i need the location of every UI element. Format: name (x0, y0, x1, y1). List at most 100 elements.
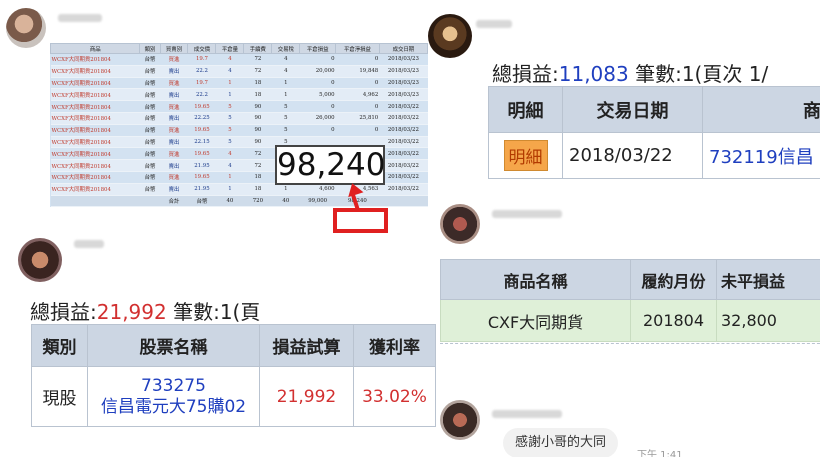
table-cell: 4 (215, 53, 244, 66)
table-cell: WCXF大同期貨201804 (50, 77, 140, 90)
blurred-username (492, 210, 562, 218)
stock-profit-table: 類別 股票名稱 損益試算 獲利率 現股 733275 信昌電元大75購02 21… (31, 324, 436, 427)
table-cell: WCXF大同期貨201804 (50, 183, 140, 196)
avatar[interactable] (428, 14, 472, 58)
profit-rate: 33.02% (353, 366, 436, 427)
column-header: 成交日期 (378, 43, 429, 54)
pnl-estimate: 21,992 (259, 366, 354, 427)
table-cell: 2018/03/22 (379, 100, 428, 113)
table-cell: 2018/03/22 (379, 171, 428, 184)
table-cell: 0 (335, 124, 380, 137)
table-cell: 5 (271, 100, 300, 113)
table-cell: 買進 (160, 53, 188, 66)
table-cell: WCXF大同期貨201804 (50, 124, 140, 137)
table-row: CXF大同期貨 201804 32,800 (440, 299, 820, 342)
table-cell: 2018/03/23 (379, 88, 428, 102)
blurred-username (492, 410, 562, 418)
table-cell: WCXF大同期貨201804 (50, 88, 140, 102)
table-cell: 2018/03/22 (379, 124, 428, 137)
column-header: 商品 (49, 43, 141, 54)
table-cell: 72 (243, 65, 272, 78)
detail-button[interactable]: 明細 (503, 140, 548, 171)
table-cell: 台幣 (187, 195, 216, 208)
table-cell: 台幣 (139, 159, 161, 172)
table-cell: 1 (271, 88, 300, 102)
table-cell: 4 (215, 147, 244, 161)
summary-line: 總損益:21,992 筆數:1(頁 (30, 296, 260, 325)
avatar[interactable] (440, 400, 480, 440)
chat-message-bubble[interactable]: 感謝小哥的大同 (503, 428, 619, 457)
table-cell: 26,000 (299, 112, 336, 125)
table-cell: 買進 (160, 77, 188, 90)
table-cell: 5 (271, 124, 300, 137)
column-header: 明細 (488, 86, 563, 133)
table-cell: 5 (271, 112, 300, 125)
summary-label: 總損益: (30, 300, 97, 324)
table-cell: 22.25 (187, 112, 216, 125)
table-cell: WCXF大同期貨201804 (50, 100, 140, 113)
table-cell: 18 (243, 88, 272, 102)
table-cell: 台幣 (139, 183, 161, 196)
table-row: WCXF大同期貨201804 台幣 買進 19.65 5 90 5 0 0 2018/03/22 (50, 100, 428, 113)
table-cell: 台幣 (139, 112, 161, 125)
table-cell: 90 (243, 124, 272, 137)
table-cell: 21.95 (187, 159, 216, 172)
table-cell: 2018/03/23 (379, 65, 428, 78)
table-cell: 19.7 (187, 77, 216, 90)
table-cell: WCXF大同期貨201804 (50, 136, 140, 149)
table-cell: 0 (335, 77, 380, 90)
table-cell: 40 (215, 195, 244, 208)
table-cell: 買進 (160, 147, 188, 161)
table-cell: 19.65 (187, 171, 216, 184)
stock-code[interactable]: 733275 (92, 376, 255, 397)
table-cell: 合計 (160, 195, 188, 208)
table-cell: 1 (271, 77, 300, 90)
table-cell: 0 (299, 100, 336, 113)
table-header-row: 商品 類別 買賣別 成交價 平倉量 手續費 交易稅 平倉損益 平倉淨損益 成交日期 (49, 43, 429, 54)
table-cell: 5 (215, 124, 244, 137)
column-header: 平倉損益 (299, 43, 337, 54)
table-header-row: 明細 交易日期 商 (488, 86, 820, 133)
table-cell: 2018/03/22 (379, 136, 428, 149)
table-cell: 賣出 (160, 88, 188, 102)
avatar[interactable] (6, 8, 46, 48)
table-cell: 賣出 (160, 65, 188, 78)
table-cell: 72 (243, 147, 272, 161)
table-header-row: 類別 股票名稱 損益試算 獲利率 (31, 324, 436, 367)
table-cell (139, 195, 161, 208)
column-header: 手續費 (243, 43, 273, 54)
table-cell: 18 (243, 77, 272, 90)
column-header: 交易日期 (562, 86, 703, 133)
product-name: 732119信昌 (702, 132, 820, 179)
table-cell: 1 (215, 88, 244, 102)
open-position-table: 商品名稱 履約月份 未平損益 CXF大同期貨 201804 32,800 (440, 259, 820, 342)
trade-date: 2018/03/22 (562, 132, 703, 179)
table-cell (50, 195, 140, 208)
column-header: 獲利率 (353, 324, 436, 367)
table-cell: 台幣 (139, 53, 161, 66)
table-cell: 1 (215, 171, 244, 184)
table-cell: WCXF大同期貨201804 (50, 53, 140, 66)
summary-line: 總損益:11,083 筆數:1(頁次 1/ (492, 58, 768, 87)
table-row: 明細 2018/03/22 732119信昌 (488, 132, 820, 179)
table-cell: WCXF大同期貨201804 (50, 159, 140, 172)
table-cell: WCXF大同期貨201804 (50, 171, 140, 184)
profit-detail-table: 明細 交易日期 商 明細 2018/03/22 732119信昌 (488, 86, 820, 179)
table-cell: 買進 (160, 171, 188, 184)
table-cell: 台幣 (139, 100, 161, 113)
stock-name[interactable]: 信昌電元大75購02 (92, 397, 255, 418)
table-cell: 台幣 (139, 65, 161, 78)
avatar[interactable] (440, 204, 480, 244)
table-cell: 1 (215, 77, 244, 90)
column-header: 類別 (31, 324, 88, 367)
column-header: 股票名稱 (87, 324, 260, 367)
table-cell: 20,000 (299, 65, 336, 78)
table-row: WCXF大同期貨201804 台幣 賣出 22.25 5 90 5 26,000 25,810 2… (50, 112, 428, 125)
table-cell: 72 (243, 53, 272, 66)
table-cell: 4,600 (299, 183, 336, 196)
column-header: 平倉量 (215, 43, 245, 54)
category: 現股 (31, 366, 88, 427)
avatar[interactable] (18, 238, 62, 282)
table-cell: 2018/03/22 (379, 183, 428, 196)
table-cell: 4 (271, 53, 300, 66)
